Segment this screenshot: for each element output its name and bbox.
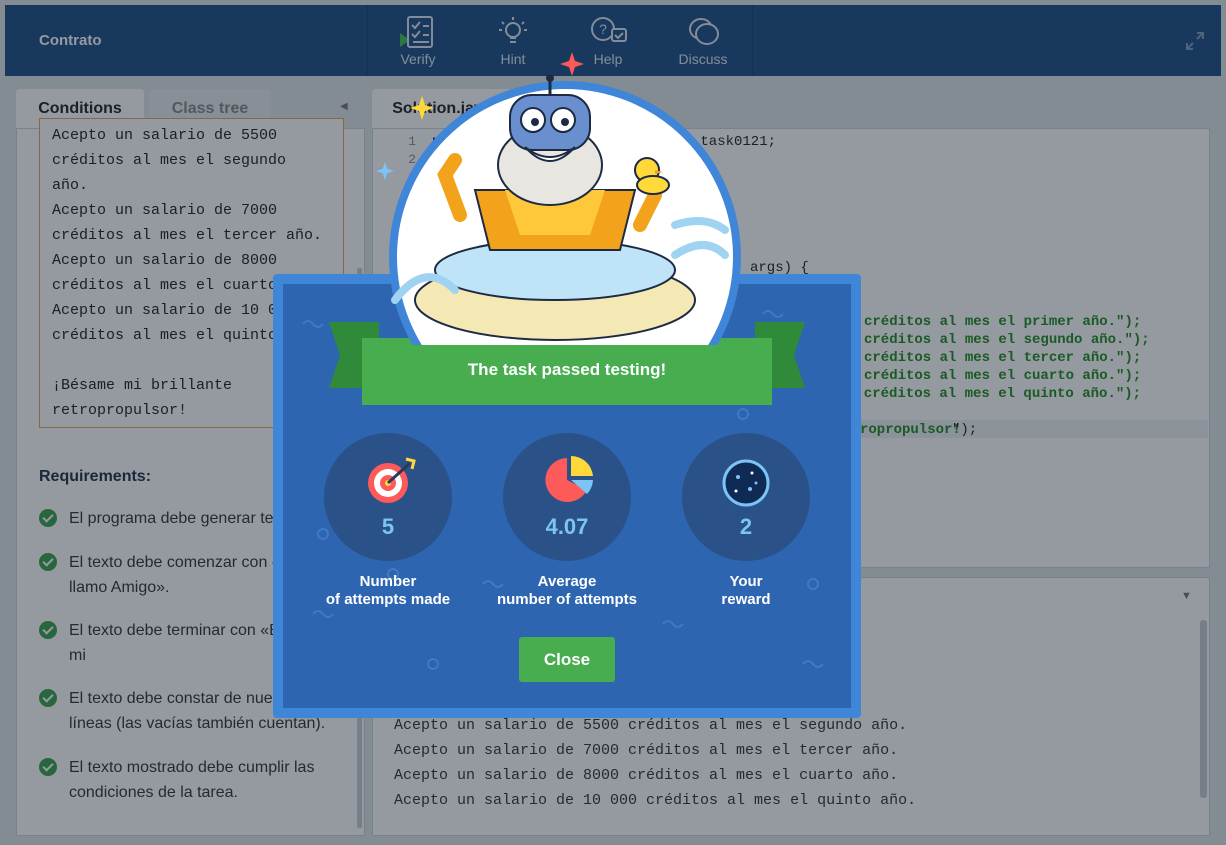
stat-attempts-label: Number of attempts made [325,573,451,608]
stat-average-label: Average number of attempts [496,573,637,608]
sparkle-icon [410,96,434,120]
stat-attempts-value: 5 [381,514,395,539]
stat-reward-value: 2 [739,514,753,539]
pie-chart-icon [545,455,593,502]
sparkle-icon [560,52,584,76]
robot-mascot-illustration [389,75,741,345]
dark-matter-icon [722,459,770,507]
modal-title: The task passed testing! [362,338,772,405]
target-icon [368,457,416,503]
stat-average-value: 4.07 [545,514,589,539]
close-button[interactable]: Close [519,637,615,682]
stat-reward-label: Your reward [721,573,771,608]
sparkle-icon [376,162,394,180]
